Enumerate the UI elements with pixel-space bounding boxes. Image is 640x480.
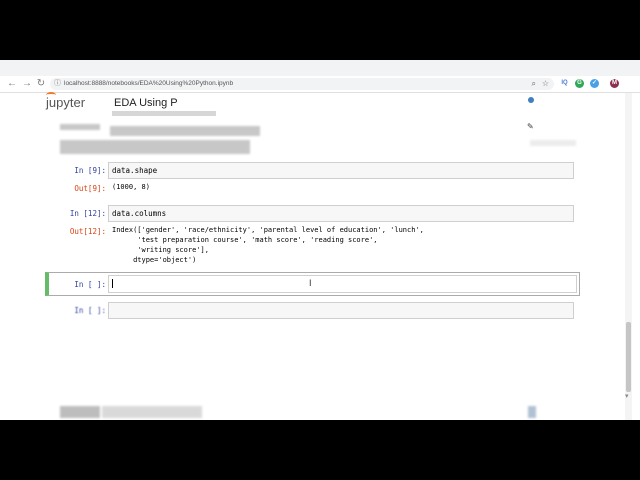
notebook-cell[interactable]: In [9]: data.shape Out[9]: (1000, 8) — [46, 160, 578, 200]
in-prompt: In [12]: — [69, 209, 106, 218]
browser-tab-strip — [0, 60, 640, 76]
kernel-status-blur — [530, 140, 576, 146]
back-arrow-icon[interactable]: ← — [6, 78, 18, 90]
extension-g-icon[interactable]: G — [575, 79, 584, 88]
address-bar[interactable]: ⓘ localhost:8888/notebooks/EDA%20Using%2… — [50, 78, 554, 90]
i-beam-cursor-icon: I — [309, 278, 312, 288]
info-icon[interactable]: ⓘ — [54, 79, 61, 89]
extension-iq-icon[interactable]: IQ — [560, 79, 569, 88]
in-prompt: In [9]: — [74, 166, 106, 175]
code-text: data.shape — [112, 166, 158, 175]
toolbar-blur — [60, 140, 250, 154]
code-input[interactable] — [108, 302, 574, 319]
in-prompt: In [ ]: — [74, 280, 106, 289]
scroll-down-arrow-icon[interactable]: ▾ — [625, 392, 629, 400]
title-underline — [112, 111, 216, 116]
taskbar-blur — [528, 406, 536, 418]
jupyter-logo[interactable]: jupyter — [46, 95, 85, 110]
code-input[interactable] — [108, 205, 574, 222]
cell-output: (1000, 8) — [112, 183, 150, 191]
bookmark-star-icon[interactable]: ☆ — [542, 78, 549, 90]
text-cursor — [112, 279, 113, 288]
taskbar-blur — [102, 406, 202, 418]
code-text: data.columns — [112, 209, 167, 218]
menu-bar-blur — [60, 124, 100, 130]
url-text: localhost:8888/notebooks/EDA%20Using%20P… — [64, 80, 234, 87]
code-input[interactable] — [108, 162, 574, 179]
edit-pencil-icon[interactable]: ✎ — [527, 122, 534, 131]
out-prompt: Out[9]: — [74, 184, 106, 193]
taskbar-blur — [60, 406, 100, 418]
browser-toolbar: ← → ↻ ⓘ localhost:8888/notebooks/EDA%20U… — [0, 76, 640, 93]
profile-avatar[interactable]: M — [610, 79, 619, 88]
code-input[interactable] — [108, 275, 577, 293]
reload-icon[interactable]: ↻ — [35, 78, 47, 90]
scrollbar-thumb[interactable] — [626, 322, 631, 392]
notebook-title[interactable]: EDA Using P — [114, 97, 178, 109]
search-icon[interactable]: ⌕ — [532, 78, 536, 90]
browser-viewport: ← → ↻ ⓘ localhost:8888/notebooks/EDA%20U… — [0, 60, 640, 420]
in-prompt: In [ ]: — [74, 306, 106, 315]
notebook-cell[interactable]: In [12]: data.columns Out[12]: Index(['g… — [46, 203, 578, 273]
forward-arrow-icon[interactable]: → — [21, 78, 33, 90]
kernel-indicator-icon — [528, 97, 534, 103]
notebook-cell[interactable]: In [ ]: — [46, 300, 578, 320]
menu-bar-blur — [110, 126, 260, 136]
cell-output: Index(['gender', 'race/ethnicity', 'pare… — [112, 226, 424, 264]
out-prompt: Out[12]: — [69, 227, 106, 236]
extension-check-icon[interactable]: ✓ — [590, 79, 599, 88]
notebook-cell-selected[interactable]: In [ ]: I — [45, 272, 580, 296]
